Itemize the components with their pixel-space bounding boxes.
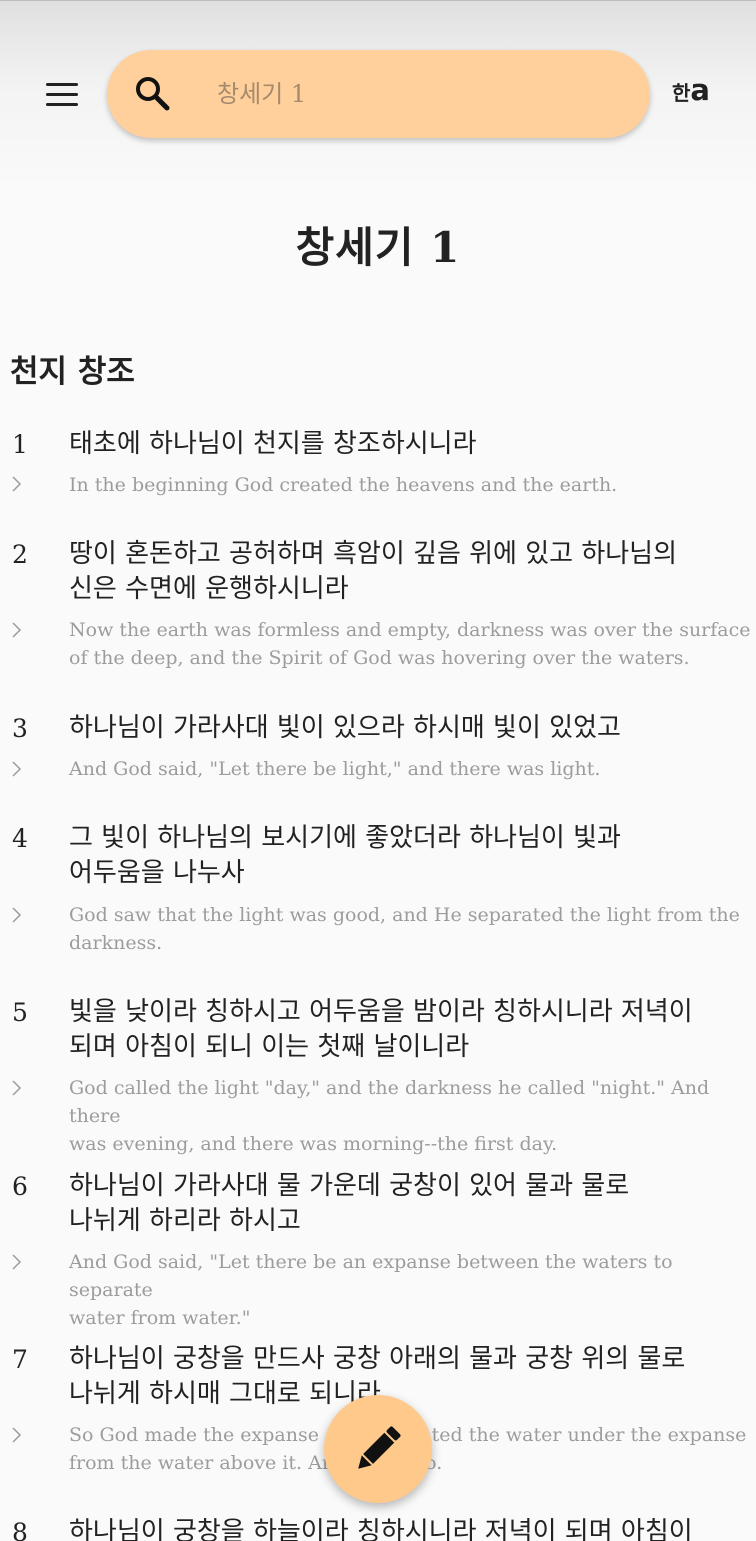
verse-text-korean[interactable]: 태초에 하나님이 천지를 창조하시니라 (69, 427, 749, 462)
search-bar[interactable] (107, 50, 650, 138)
verse-number: 1 (12, 430, 28, 459)
section-heading: 천지 창조 (10, 354, 135, 390)
verse-number: 5 (12, 998, 28, 1027)
language-toggle-korean: 한 (672, 81, 691, 105)
search-icon (136, 77, 170, 111)
verse-text-english: And God said, "Let there be light," and … (69, 758, 601, 780)
verse-text-english: God called the light "day," and the dark… (69, 1077, 710, 1155)
chevron-right-icon[interactable] (10, 760, 22, 778)
chevron-right-icon[interactable] (10, 1426, 22, 1444)
chevron-right-icon[interactable] (10, 906, 22, 924)
chevron-right-icon[interactable] (10, 621, 22, 639)
verse-text-korean[interactable]: 빛을 낮이라 칭하시고 어두움을 밤이라 칭하시니라 저녁이 되며 아침이 되니… (69, 995, 749, 1065)
chevron-right-icon[interactable] (10, 475, 22, 493)
language-toggle-button[interactable]: 한a (672, 73, 722, 113)
verse-number: 7 (12, 1345, 28, 1374)
menu-icon-bar (46, 103, 78, 106)
verse-number: 3 (12, 714, 28, 743)
verse-text-korean[interactable]: 하나님이 가라사대 빛이 있으라 하시매 빛이 있었고 (69, 711, 749, 746)
menu-icon (46, 83, 78, 86)
verse-text-korean[interactable]: 하나님이 가라사대 물 가운데 궁창이 있어 물과 물로 나뉘게 하리라 하시고 (69, 1169, 749, 1239)
verse-text-english: And God said, "Let there be an expanse b… (69, 1251, 673, 1329)
language-toggle-latin: a (690, 73, 710, 107)
verse-number: 6 (12, 1172, 28, 1201)
chevron-right-icon[interactable] (10, 1079, 22, 1097)
verse-text-english: Now the earth was formless and empty, da… (69, 619, 751, 669)
top-app-bar: 한a (0, 0, 756, 190)
verse-text-korean[interactable]: 땅이 혼돈하고 공허하며 흑암이 깊음 위에 있고 하나님의 신은 수면에 운행… (69, 537, 749, 607)
menu-icon-bar (46, 93, 78, 96)
search-input[interactable] (217, 74, 617, 114)
chevron-right-icon[interactable] (10, 1253, 22, 1271)
verse-number: 4 (12, 824, 28, 853)
verse-text-korean[interactable]: 하나님이 궁창을 만드사 궁창 아래의 물과 궁창 위의 물로 나뉘게 하시매 … (69, 1342, 749, 1412)
verse-text-english: God saw that the light was good, and He … (69, 904, 740, 954)
chapter-title: 창세기 1 (295, 223, 461, 272)
menu-button[interactable] (40, 74, 84, 114)
verse-text-english: In the beginning God created the heavens… (69, 474, 618, 496)
verse-text-korean[interactable]: 그 빛이 하나님의 보시기에 좋았더라 하나님이 빛과 어두움을 나누사 (69, 821, 749, 891)
verse-text-korean[interactable]: 하나님이 궁창을 하늘이라 칭하시니라 저녁이 되며 아침이 (69, 1515, 749, 1541)
pencil-icon (358, 1426, 401, 1469)
verse-number: 2 (12, 540, 28, 569)
verse-number: 8 (12, 1518, 28, 1541)
edit-note-button[interactable] (324, 1395, 432, 1503)
